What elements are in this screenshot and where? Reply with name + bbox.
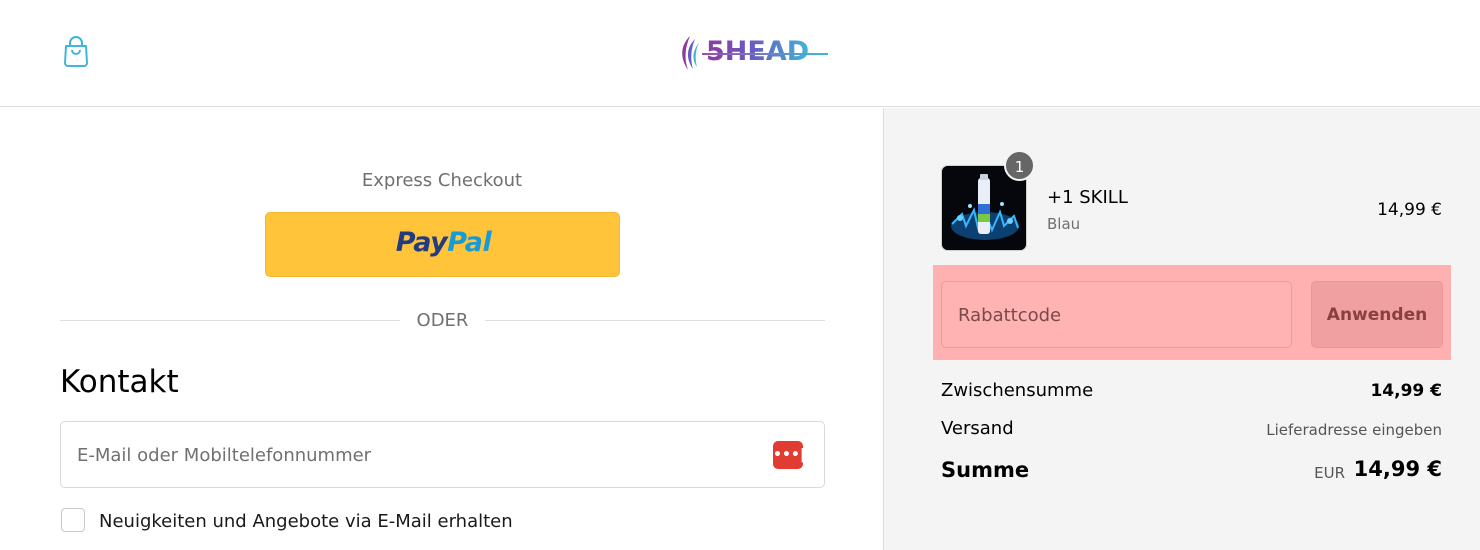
logo-strike xyxy=(702,53,828,55)
order-summary: 1 +1 SKILL Blau 14,99 € Rabattcode Anwen… xyxy=(883,108,1480,550)
express-checkout-label: Express Checkout xyxy=(361,170,523,191)
product-name: +1 SKILL xyxy=(1047,187,1128,208)
paypal-logo: PayPal xyxy=(395,227,492,258)
subtotal-label: Zwischensumme xyxy=(941,380,1094,401)
apply-discount-button[interactable]: Anwenden xyxy=(1311,281,1443,348)
divider-left xyxy=(60,320,400,321)
password-manager-icon[interactable]: •••| xyxy=(773,441,805,469)
shipping-value: Lieferadresse eingeben xyxy=(1266,421,1442,439)
discount-placeholder: Rabattcode xyxy=(958,305,1062,326)
shipping-label: Versand xyxy=(941,418,1014,439)
product-price: 14,99 € xyxy=(1377,200,1442,220)
checkout-header: 5HEAD xyxy=(0,0,1480,107)
contact-heading: Kontakt xyxy=(60,364,179,400)
discount-code-input[interactable]: Rabattcode xyxy=(941,281,1292,348)
newsletter-label[interactable]: Neuigkeiten und Angebote via E-Mail erha… xyxy=(99,511,513,532)
subtotal-value: 14,99 € xyxy=(1370,381,1442,401)
total-label: Summe xyxy=(941,458,1030,482)
email-or-phone-input[interactable]: E-Mail oder Mobiltelefonnummer •••| xyxy=(60,421,825,488)
brand-logo[interactable]: 5HEAD xyxy=(676,34,828,72)
apply-discount-label: Anwenden xyxy=(1326,305,1428,325)
paypal-button[interactable]: PayPal xyxy=(265,212,620,277)
product-variant: Blau xyxy=(1047,215,1081,233)
email-placeholder: E-Mail oder Mobiltelefonnummer xyxy=(77,445,372,466)
divider-right xyxy=(485,320,825,321)
shopping-bag-icon[interactable] xyxy=(62,36,90,68)
total-currency: EUR xyxy=(1314,464,1345,482)
checkout-form-column: Express Checkout PayPal ODER Kontakt E-M… xyxy=(0,108,882,550)
quantity-badge: 1 xyxy=(1004,150,1035,181)
newsletter-checkbox[interactable] xyxy=(61,508,85,532)
logo-text: 5HEAD xyxy=(706,36,810,67)
or-divider-text: ODER xyxy=(416,310,469,331)
total-value: 14,99 € xyxy=(1353,457,1442,481)
